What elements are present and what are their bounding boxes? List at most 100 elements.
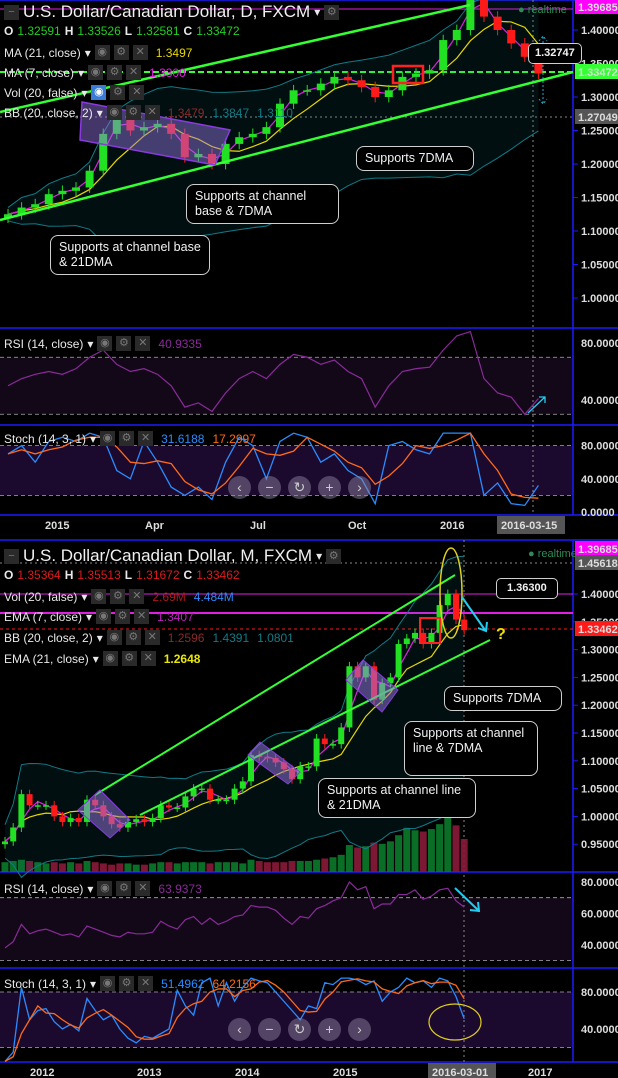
volume-bar xyxy=(255,860,263,872)
cursor-date-label: 2016-03-01 xyxy=(432,1067,488,1078)
charts-canvas[interactable]: 1.400001.350001.300001.250001.200001.150… xyxy=(0,0,618,1078)
legend-rsi[interactable]: RSI (14, close) ▾ ◉ ⚙ ✕ 63.9373 xyxy=(4,881,202,896)
plus-button[interactable]: + xyxy=(318,476,341,499)
gear-icon[interactable]: ⚙ xyxy=(119,431,135,446)
indicator-label[interactable]: Vol (20, false) xyxy=(4,590,77,604)
indicator-label[interactable]: EMA (7, close) xyxy=(4,610,82,624)
chevron-down-icon[interactable]: ▾ xyxy=(316,549,322,563)
gear-icon[interactable]: ⚙ xyxy=(121,651,137,666)
eye-icon[interactable]: ◉ xyxy=(97,881,113,896)
candle xyxy=(198,788,205,791)
gear-icon[interactable]: ⚙ xyxy=(125,630,141,645)
legend-rsi[interactable]: RSI (14, close) ▾ ◉ ⚙ ✕ 40.9335 xyxy=(4,336,202,351)
indicator-label[interactable]: Stoch (14, 3, 1) xyxy=(4,432,86,446)
indicator-label[interactable]: BB (20, close, 2) xyxy=(4,631,93,645)
realtime-indicator: ● realtime xyxy=(528,548,577,560)
chevron-left-button[interactable]: ‹ xyxy=(228,1018,251,1041)
collapse-icon[interactable]: − xyxy=(4,4,19,20)
close-icon[interactable]: ✕ xyxy=(134,609,150,624)
volume-bar xyxy=(157,862,165,872)
gear-icon[interactable]: ⚙ xyxy=(115,609,131,624)
eye-icon[interactable]: ◉ xyxy=(88,65,104,80)
question-mark: ? xyxy=(496,626,506,643)
eye-icon[interactable]: ◉ xyxy=(91,589,107,604)
gear-icon[interactable]: ⚙ xyxy=(119,976,135,991)
collapse-icon[interactable]: − xyxy=(4,548,19,564)
candle xyxy=(262,127,271,134)
close-icon[interactable]: ✕ xyxy=(126,65,142,80)
close-icon[interactable]: ✕ xyxy=(135,881,151,896)
settings-icon[interactable]: ⚙ xyxy=(326,548,342,564)
price-axis-label: 1.05000 xyxy=(581,784,618,796)
rsi-axis-label: 60.0000 xyxy=(581,908,618,920)
indicator-label[interactable]: RSI (14, close) xyxy=(4,882,83,896)
eye-icon[interactable]: ◉ xyxy=(96,609,112,624)
settings-icon[interactable]: ⚙ xyxy=(324,4,340,20)
chevron-left-button[interactable]: ‹ xyxy=(228,476,251,499)
candle xyxy=(330,744,336,746)
legend-vol[interactable]: Vol (20, false) ▾ ◉ ⚙ ✕ xyxy=(4,85,145,100)
close-icon[interactable]: ✕ xyxy=(138,431,154,446)
candle xyxy=(439,40,448,71)
close-icon[interactable]: ✕ xyxy=(140,651,156,666)
gear-icon[interactable]: ⚙ xyxy=(110,589,126,604)
candle xyxy=(133,819,140,822)
plus-button[interactable]: + xyxy=(318,1018,341,1041)
indicator-label[interactable]: MA (7, close) xyxy=(4,66,74,80)
refresh-button[interactable]: ↻ xyxy=(288,476,311,499)
minus-button[interactable]: − xyxy=(258,476,281,499)
eye-icon[interactable]: ◉ xyxy=(100,431,116,446)
close-icon[interactable]: ✕ xyxy=(144,105,160,120)
volume-bar xyxy=(58,863,66,872)
indicator-label[interactable]: EMA (21, close) xyxy=(4,652,89,666)
eye-icon[interactable]: ◉ xyxy=(106,105,122,120)
gear-icon[interactable]: ⚙ xyxy=(125,105,141,120)
minus-button[interactable]: − xyxy=(258,1018,281,1041)
legend-ma21[interactable]: MA (21, close) ▾ ◉ ⚙ ✕ 1.3497 xyxy=(4,45,192,60)
eye-icon[interactable]: ◉ xyxy=(97,336,113,351)
legend-bb[interactable]: BB (20, close, 2) ▾ ◉ ⚙ ✕ 1.3479 1.3847 1.3110 xyxy=(4,105,293,120)
legend-ma7[interactable]: MA (7, close) ▾ ◉ ⚙ ✕ 1.3300 xyxy=(4,65,186,80)
price-axis-label: 1.05000 xyxy=(581,260,618,272)
legend-ema21[interactable]: EMA (21, close) ▾ ◉ ⚙ ✕ 1.2648 xyxy=(4,651,200,666)
price-axis-label: 1.20000 xyxy=(581,700,618,712)
indicator-label[interactable]: Stoch (14, 3, 1) xyxy=(4,977,86,991)
volume-bar xyxy=(362,846,370,872)
close-icon[interactable]: ✕ xyxy=(138,976,154,991)
indicator-label[interactable]: Vol (20, false) xyxy=(4,86,77,100)
close-icon[interactable]: ✕ xyxy=(129,85,145,100)
eye-icon[interactable]: ◉ xyxy=(94,45,110,60)
gear-icon[interactable]: ⚙ xyxy=(110,85,126,100)
time-axis-label: 2017 xyxy=(528,1067,552,1078)
close-icon[interactable]: ✕ xyxy=(144,630,160,645)
eye-icon[interactable]: ◉ xyxy=(100,976,116,991)
eye-icon[interactable]: ◉ xyxy=(91,85,107,100)
volume-bar xyxy=(321,858,329,872)
chevron-right-button[interactable]: › xyxy=(348,1018,371,1041)
close-icon[interactable]: ✕ xyxy=(135,336,151,351)
gear-icon[interactable]: ⚙ xyxy=(116,336,132,351)
close-icon[interactable]: ✕ xyxy=(129,589,145,604)
stoch-axis-label: 40.0000 xyxy=(581,474,618,486)
candle xyxy=(67,818,74,822)
gear-icon[interactable]: ⚙ xyxy=(116,881,132,896)
close-icon[interactable]: ✕ xyxy=(132,45,148,60)
legend-vol[interactable]: Vol (20, false) ▾ ◉ ⚙ ✕ 2.69M 4.484M xyxy=(4,589,234,604)
refresh-button[interactable]: ↻ xyxy=(288,1018,311,1041)
legend-ema7[interactable]: EMA (7, close) ▾ ◉ ⚙ ✕ 1.3407 xyxy=(4,609,194,624)
eye-icon[interactable]: ◉ xyxy=(106,630,122,645)
bb-mid-value: 1.3479 xyxy=(167,105,205,120)
eye-icon[interactable]: ◉ xyxy=(102,651,118,666)
candle xyxy=(182,796,189,808)
volume-bar xyxy=(165,862,173,872)
chevron-right-button[interactable]: › xyxy=(348,476,371,499)
gear-icon[interactable]: ⚙ xyxy=(107,65,123,80)
chevron-down-icon[interactable]: ▾ xyxy=(314,5,320,19)
indicator-label[interactable]: RSI (14, close) xyxy=(4,337,83,351)
legend-bb[interactable]: BB (20, close, 2) ▾ ◉ ⚙ ✕ 1.2596 1.4391 1.0801 xyxy=(4,630,294,645)
indicator-label[interactable]: BB (20, close, 2) xyxy=(4,106,93,120)
gear-icon[interactable]: ⚙ xyxy=(113,45,129,60)
legend-stoch[interactable]: Stoch (14, 3, 1) ▾ ◉ ⚙ ✕ 31.6188 17.2997 xyxy=(4,431,256,446)
indicator-label[interactable]: MA (21, close) xyxy=(4,46,81,60)
legend-stoch[interactable]: Stoch (14, 3, 1) ▾ ◉ ⚙ ✕ 51.4962 64.2156 xyxy=(4,976,256,991)
